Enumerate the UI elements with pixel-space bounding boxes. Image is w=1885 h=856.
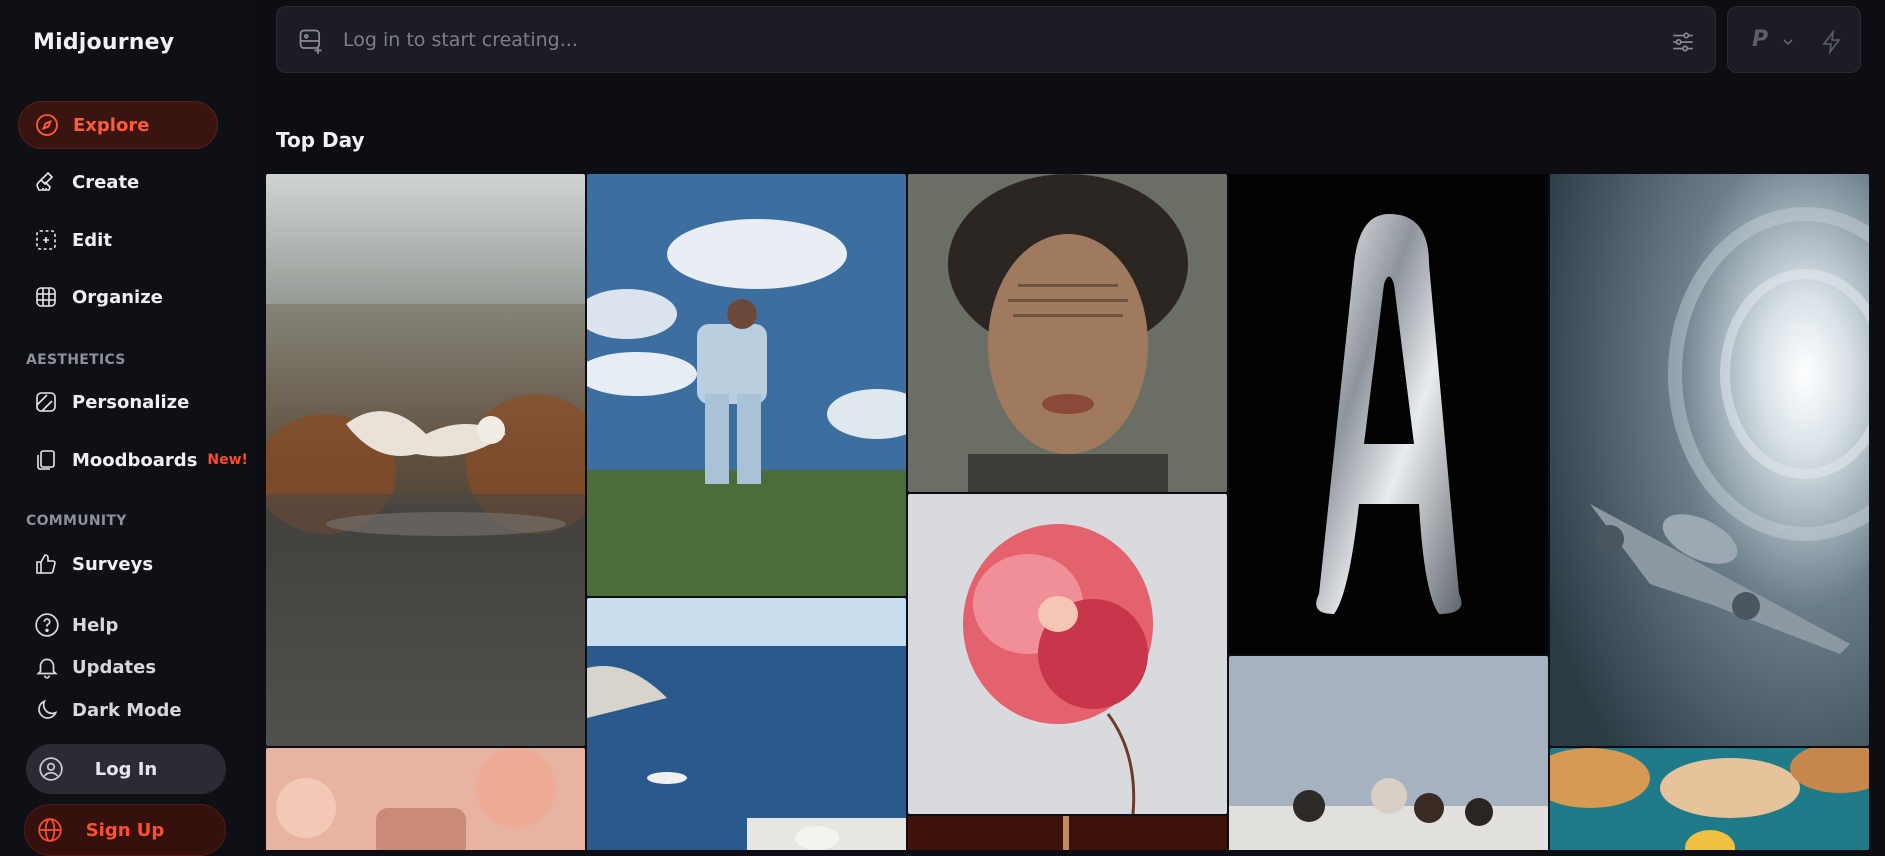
pink-bokeh-image: [266, 748, 585, 850]
login-label: Log In: [94, 758, 158, 780]
gallery-image-chrome-letter-a[interactable]: [1229, 174, 1548, 654]
gallery-image-red-flower[interactable]: [908, 494, 1227, 814]
sliders-icon[interactable]: [1670, 29, 1696, 55]
nav-explore[interactable]: Explore: [18, 101, 218, 149]
personalization-letter: P: [1752, 27, 1769, 52]
section-aesthetics: AESTHETICS: [26, 352, 126, 368]
user-circle-icon: [39, 757, 63, 781]
compass-icon: [36, 114, 58, 136]
nav-organize-label: Organize: [72, 286, 163, 308]
nav-moodboards[interactable]: Moodboards New!: [18, 436, 248, 484]
updates-label: Updates: [72, 656, 157, 678]
brush-icon: [36, 171, 54, 191]
nav-edit-label: Edit: [72, 229, 112, 251]
app-logo[interactable]: Midjourney: [33, 30, 174, 55]
lightning-icon[interactable]: [1820, 29, 1844, 55]
globe-icon: [38, 818, 62, 842]
sidebar: Midjourney Explore Create Edit Organize …: [0, 0, 254, 856]
dark-mode-label: Dark Mode: [72, 699, 182, 721]
grid-icon: [36, 287, 56, 307]
nav-moodboards-label: Moodboards: [72, 449, 198, 471]
help-link[interactable]: Help: [34, 612, 118, 638]
updates-link[interactable]: Updates: [34, 654, 156, 680]
runners-image: [1229, 656, 1548, 850]
image-add-icon[interactable]: [297, 27, 325, 55]
owl-lake-image: [266, 174, 585, 746]
nav-create[interactable]: Create: [18, 158, 218, 206]
personalize-icon: [36, 392, 56, 412]
gallery-image-airplane-storm[interactable]: [1550, 174, 1869, 746]
nav-edit[interactable]: Edit: [18, 216, 218, 264]
nav-surveys[interactable]: Surveys: [18, 540, 218, 588]
face-text-image: [908, 174, 1227, 492]
gallery-image-man-in-field[interactable]: [587, 174, 906, 596]
edit-selection-icon: [36, 230, 56, 250]
moodboards-icon: [37, 450, 55, 470]
red-flower-image: [908, 494, 1227, 814]
airplane-storm-image: [1550, 174, 1869, 746]
gallery-title: Top Day: [276, 128, 365, 152]
dark-red-image: [908, 816, 1227, 850]
help-icon: [35, 613, 59, 637]
thumbs-up-icon: [36, 554, 56, 574]
gallery-image-runners[interactable]: [1229, 656, 1548, 850]
signup-label: Sign Up: [85, 819, 165, 841]
nav-organize[interactable]: Organize: [18, 273, 218, 321]
mode-selector[interactable]: P: [1727, 6, 1861, 73]
prompt-input[interactable]: [343, 25, 1623, 55]
login-button[interactable]: Log In: [26, 744, 226, 794]
new-badge: New!: [207, 452, 248, 468]
gallery-image-face-text[interactable]: [908, 174, 1227, 492]
image-gallery: [266, 174, 1872, 850]
nav-explore-label: Explore: [73, 114, 150, 136]
sea-coffee-image: [587, 598, 906, 850]
gallery-image-colorful-clouds[interactable]: [1550, 748, 1869, 850]
section-community: COMMUNITY: [26, 513, 127, 529]
gallery-image-dark-red[interactable]: [908, 816, 1227, 850]
nav-personalize-label: Personalize: [72, 391, 190, 413]
prompt-bar: [276, 6, 1716, 73]
help-label: Help: [72, 614, 119, 636]
gallery-image-pink-bokeh[interactable]: [266, 748, 585, 850]
signup-button[interactable]: Sign Up: [24, 804, 226, 856]
colorful-clouds-image: [1550, 748, 1869, 850]
bell-icon: [36, 658, 58, 679]
man-in-field-image: [587, 174, 906, 596]
nav-personalize[interactable]: Personalize: [18, 378, 218, 426]
dark-mode-toggle[interactable]: Dark Mode: [34, 697, 182, 723]
gallery-image-sea-coffee[interactable]: [587, 598, 906, 850]
moon-icon: [38, 699, 58, 719]
chrome-letter-a-image: [1229, 174, 1548, 654]
chevron-down-icon: [1783, 39, 1793, 46]
gallery-image-owl-lake[interactable]: [266, 174, 585, 746]
nav-surveys-label: Surveys: [72, 553, 154, 575]
nav-create-label: Create: [72, 171, 140, 193]
